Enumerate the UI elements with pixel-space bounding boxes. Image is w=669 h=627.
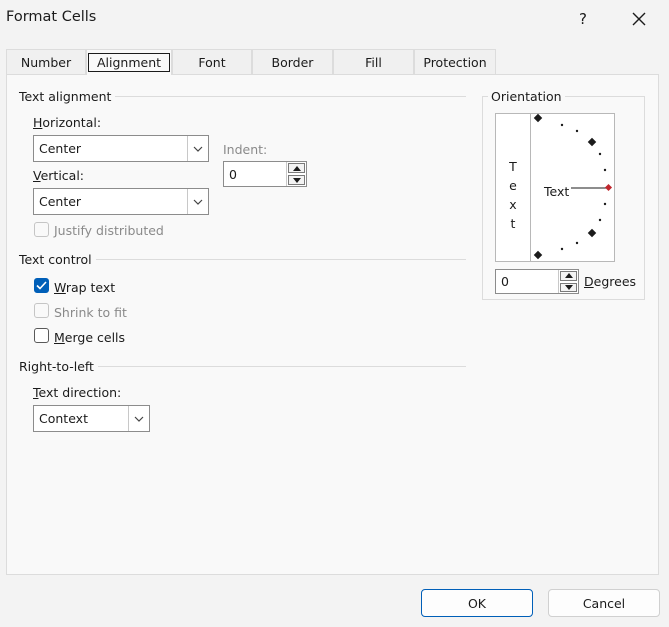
justify-distributed-checkbox[interactable] xyxy=(34,222,49,237)
indent-spinner[interactable]: 0 xyxy=(223,161,307,187)
vertical-text-button[interactable]: T e x t xyxy=(495,113,531,262)
text-direction-label: Text direction: xyxy=(33,385,122,400)
spin-down-icon[interactable] xyxy=(560,282,577,292)
text-alignment-group-label: Text alignment xyxy=(19,89,116,104)
vertical-text-letter: x xyxy=(509,197,517,212)
text-direction-value: Context xyxy=(39,411,88,426)
tab-number[interactable]: Number xyxy=(6,49,86,74)
text-control-group-label: Text control xyxy=(19,252,96,267)
spin-up-icon[interactable] xyxy=(288,163,305,173)
help-icon: ? xyxy=(579,10,587,28)
tab-strip: Number Alignment Font Border Fill Protec… xyxy=(6,49,496,75)
merge-cells-checkbox[interactable] xyxy=(34,328,49,343)
merge-cells-label: Merge cells xyxy=(54,330,126,345)
help-button[interactable]: ? xyxy=(560,4,606,34)
close-button[interactable] xyxy=(616,4,662,34)
chevron-down-icon[interactable] xyxy=(187,136,208,161)
tab-protection[interactable]: Protection xyxy=(414,49,496,74)
horizontal-label: Horizontal: xyxy=(33,115,102,130)
dialog-title: Format Cells xyxy=(6,9,97,25)
horizontal-select[interactable]: Center xyxy=(33,135,209,162)
horizontal-select-value: Center xyxy=(39,141,82,156)
vertical-text-letter: T xyxy=(509,159,517,174)
chevron-down-icon[interactable] xyxy=(128,406,149,431)
vertical-text-letter: t xyxy=(510,216,516,231)
orientation-group-label: Orientation xyxy=(488,89,565,104)
vertical-select[interactable]: Center xyxy=(33,188,209,215)
indent-label: Indent: xyxy=(223,142,268,157)
indent-value[interactable]: 0 xyxy=(224,162,286,186)
dial-text: Text xyxy=(544,184,570,199)
tab-font[interactable]: Font xyxy=(172,49,252,74)
spin-up-icon[interactable] xyxy=(560,271,577,281)
cancel-button[interactable]: Cancel xyxy=(548,589,660,617)
close-icon xyxy=(632,12,646,26)
vertical-text-letter: e xyxy=(509,178,517,193)
justify-distributed-label: Justify distributed xyxy=(54,223,164,238)
degrees-label: Degrees xyxy=(584,274,637,289)
shrink-to-fit-checkbox[interactable] xyxy=(34,303,49,318)
spin-down-icon[interactable] xyxy=(288,175,305,185)
chevron-down-icon[interactable] xyxy=(187,189,208,214)
text-direction-select[interactable]: Context xyxy=(33,405,150,432)
tab-alignment[interactable]: Alignment xyxy=(86,49,172,75)
checkmark-icon xyxy=(36,281,47,290)
wrap-text-label: Wrap text xyxy=(54,280,116,295)
degrees-spinner[interactable]: 0 xyxy=(495,269,579,294)
vertical-select-value: Center xyxy=(39,194,82,209)
tab-fill[interactable]: Fill xyxy=(333,49,414,74)
wrap-text-checkbox[interactable] xyxy=(34,278,49,293)
degrees-value[interactable]: 0 xyxy=(496,270,558,293)
ok-button[interactable]: OK xyxy=(421,589,533,617)
shrink-to-fit-label: Shrink to fit xyxy=(54,305,127,320)
vertical-label: Vertical: xyxy=(33,168,85,183)
right-to-left-group-label: Right-to-left xyxy=(19,359,98,374)
tab-border[interactable]: Border xyxy=(252,49,333,74)
